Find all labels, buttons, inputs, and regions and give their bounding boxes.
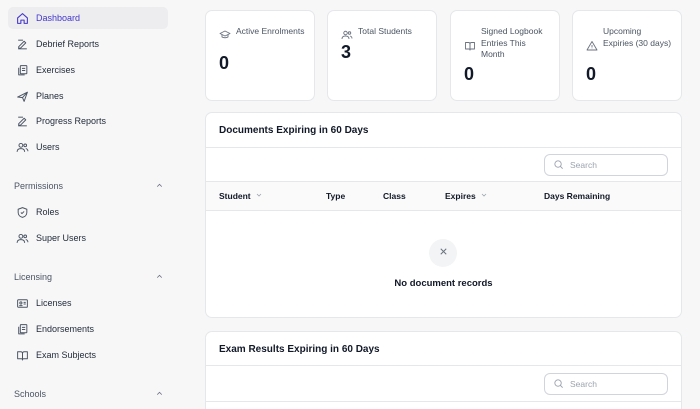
search-box[interactable] — [544, 154, 668, 176]
documents-expiring-card: Documents Expiring in 60 Days Student Ty… — [205, 112, 682, 318]
column-header-type: Type — [326, 182, 345, 210]
column-header-days-remaining: Days Remaining — [544, 182, 610, 210]
search-input[interactable] — [570, 160, 660, 170]
sidebar-item-exercises[interactable]: Exercises — [8, 59, 168, 81]
column-label: Student — [219, 191, 251, 201]
sidebar-item-users[interactable]: Users — [8, 136, 168, 158]
stat-label: Upcoming Expiries (30 days) — [603, 26, 672, 48]
section-header-licensing[interactable]: Licensing — [14, 269, 164, 285]
column-header-expires[interactable]: Expires — [445, 182, 488, 210]
stat-value: 0 — [586, 64, 597, 84]
sidebar-item-label: Endorsements — [36, 324, 95, 334]
users-icon — [341, 28, 354, 41]
edit-icon — [14, 113, 30, 129]
sidebar-item-progress-reports[interactable]: Progress Reports — [8, 110, 168, 132]
graduation-cap-icon — [219, 28, 232, 41]
search-icon — [553, 159, 565, 171]
sidebar-item-exam-subjects[interactable]: Exam Subjects — [8, 344, 168, 366]
chevron-up-icon — [155, 272, 164, 283]
id-card-icon — [14, 295, 30, 311]
search-input[interactable] — [570, 379, 660, 389]
sidebar-item-debrief-reports[interactable]: Debrief Reports — [8, 33, 168, 55]
stat-value: 0 — [219, 53, 230, 73]
sidebar-item-label: Exercises — [36, 65, 76, 75]
users-icon — [14, 139, 30, 155]
sidebar-item-endorsements[interactable]: Endorsements — [8, 318, 168, 340]
search-box[interactable] — [544, 373, 668, 395]
column-header-class: Class — [383, 182, 406, 210]
sidebar-item-label: Roles — [36, 207, 60, 217]
sidebar-item-label: Licenses — [36, 298, 72, 308]
card-title: Exam Results Expiring in 60 Days — [219, 344, 380, 355]
edit-icon — [14, 36, 30, 52]
search-icon — [553, 378, 565, 390]
close-icon — [438, 244, 449, 262]
chevron-down-icon — [476, 191, 488, 201]
chevron-down-icon — [251, 191, 263, 201]
sidebar: Dashboard Debrief Reports Exercises Plan… — [0, 0, 178, 409]
chevron-up-icon — [155, 181, 164, 192]
column-label: Days Remaining — [544, 191, 611, 201]
sidebar-item-planes[interactable]: Planes — [8, 85, 168, 107]
column-label: Class — [383, 191, 406, 201]
sidebar-item-roles[interactable]: Roles — [8, 201, 168, 223]
sidebar-item-super-users[interactable]: Super Users — [8, 227, 168, 249]
stat-label: Total Students — [358, 26, 412, 36]
column-header-student[interactable]: Student — [219, 182, 263, 210]
divider — [206, 365, 681, 366]
users-icon — [14, 230, 30, 246]
empty-state-circle — [429, 239, 457, 267]
stat-card-active-enrolments: Active Enrolments 0 — [205, 10, 315, 101]
sidebar-item-licenses[interactable]: Licenses — [8, 292, 168, 314]
section-title: Schools — [14, 389, 47, 399]
stat-card-signed-logbook: Signed Logbook Entries This Month 0 — [450, 10, 560, 101]
stat-value: 0 — [464, 64, 475, 84]
shield-icon — [14, 204, 30, 220]
exam-results-expiring-card: Exam Results Expiring in 60 Days — [205, 331, 682, 409]
empty-state-text: No document records — [394, 278, 493, 289]
section-header-permissions[interactable]: Permissions — [14, 178, 164, 194]
stat-label: Signed Logbook Entries This Month — [481, 26, 543, 59]
sidebar-item-dashboard[interactable]: Dashboard — [8, 7, 168, 29]
stat-card-upcoming-expiries: Upcoming Expiries (30 days) 0 — [572, 10, 682, 101]
home-icon — [14, 10, 30, 26]
sidebar-item-label: Debrief Reports — [36, 39, 100, 49]
chevron-up-icon — [155, 389, 164, 400]
stat-label: Active Enrolments — [236, 26, 305, 36]
section-title: Permissions — [14, 181, 64, 191]
sidebar-item-label: Progress Reports — [36, 116, 107, 126]
divider — [206, 147, 681, 148]
sidebar-item-label: Exam Subjects — [36, 350, 97, 360]
documents-icon — [14, 321, 30, 337]
sidebar-item-label: Users — [36, 142, 60, 152]
warning-icon — [586, 39, 599, 52]
column-label: Expires — [445, 191, 476, 201]
stat-value: 3 — [341, 42, 352, 62]
section-title: Licensing — [14, 272, 53, 282]
section-header-schools[interactable]: Schools — [14, 386, 164, 402]
column-label: Type — [326, 191, 346, 201]
card-title: Documents Expiring in 60 Days — [219, 125, 369, 136]
sidebar-item-label: Dashboard — [36, 13, 81, 23]
documents-icon — [14, 62, 30, 78]
stat-card-total-students: Total Students 3 — [327, 10, 437, 101]
book-open-icon — [14, 347, 30, 363]
book-open-icon — [464, 39, 477, 52]
divider — [206, 401, 681, 402]
plane-icon — [14, 88, 30, 104]
table-header: Student Type Class Expires Days Remainin… — [206, 181, 681, 211]
sidebar-item-label: Super Users — [36, 233, 87, 243]
sidebar-item-label: Planes — [36, 91, 64, 101]
